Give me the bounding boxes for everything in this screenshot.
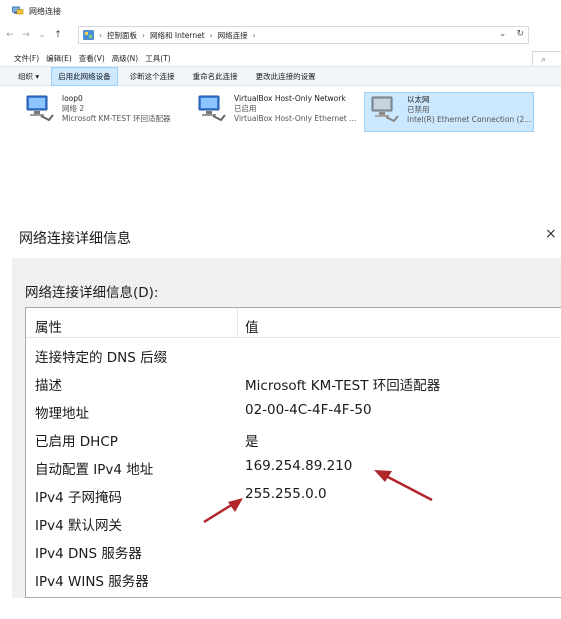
address-bar[interactable]: › 控制面板 › 网络和 Internet › 网络连接 › ⌄ ↻ [78, 26, 529, 44]
adapter-device: VirtualBox Host-Only Ethernet ... [234, 114, 357, 123]
adapter-name: VirtualBox Host-Only Network [234, 94, 346, 103]
diagnose-connection-button[interactable]: 诊断这个连接 [124, 68, 181, 85]
adapter-name: 以太网 [407, 95, 430, 104]
row-property: IPv4 子网掩码 [35, 490, 122, 506]
adapter-item-loop0[interactable]: loop0 网络 2 Microsoft KM-TEST 环回适配器 [20, 92, 190, 132]
adapter-text: loop0 网络 2 Microsoft KM-TEST 环回适配器 [62, 94, 170, 124]
details-listview[interactable]: 属性 值 连接特定的 DNS 后缀 描述 Microsoft KM-TEST 环… [25, 307, 561, 598]
control-panel-icon [83, 30, 94, 40]
breadcrumb-network-internet[interactable]: 网络和 Internet [150, 30, 205, 41]
list-header: 属性 值 [26, 308, 561, 338]
table-row[interactable]: 已启用 DHCP 是 [26, 424, 561, 452]
address-row: ← → ⌄ ↑ › 控制面板 › 网络和 Internet › 网络连接 › ⌄… [0, 25, 561, 69]
rename-connection-button[interactable]: 重命名此连接 [187, 68, 244, 85]
address-actions: ⌄ ↻ [499, 29, 524, 39]
window-title: 网络连接 [29, 6, 61, 16]
recent-locations-button[interactable]: ⌄ [36, 30, 48, 40]
row-property: 连接特定的 DNS 后缀 [35, 350, 168, 366]
table-row[interactable]: 连接特定的 DNS 后缀 [26, 340, 561, 368]
row-property: 自动配置 IPv4 地址 [35, 462, 154, 478]
table-row[interactable]: 自动配置 IPv4 地址 169.254.89.210 [26, 452, 561, 480]
change-settings-button[interactable]: 更改此连接的设置 [250, 68, 322, 85]
row-property: IPv4 DNS 服务器 [35, 546, 142, 562]
table-row[interactable]: IPv4 默认网关 [26, 508, 561, 536]
network-adapter-icon [198, 95, 226, 122]
adapter-text: 以太网 已禁用 Intel(R) Ethernet Connection (2.… [407, 95, 531, 125]
row-value: 02-00-4C-4F-4F-50 [245, 402, 372, 418]
menu-view[interactable]: 查看(V) [79, 53, 105, 64]
details-label: 网络连接详细信息(D): [25, 285, 159, 301]
adapter-item-ethernet[interactable]: 以太网 已禁用 Intel(R) Ethernet Connection (2.… [364, 92, 534, 132]
organize-button[interactable]: 组织 ▾ [12, 68, 45, 85]
menu-file[interactable]: 文件(F) [14, 53, 39, 64]
adapter-list: loop0 网络 2 Microsoft KM-TEST 环回适配器 Virtu… [0, 92, 561, 134]
table-row[interactable]: IPv4 DNS 服务器 [26, 536, 561, 564]
table-row[interactable]: IPv4 子网掩码 255.255.0.0 [26, 480, 561, 508]
menu-advanced[interactable]: 高级(N) [112, 53, 138, 64]
network-connection-details-dialog: 网络连接详细信息 × 网络连接详细信息(D): 属性 值 连接特定的 DNS 后… [0, 212, 561, 619]
row-property: 已启用 DHCP [35, 434, 118, 450]
breadcrumb-separator: › [142, 30, 145, 40]
row-property: IPv4 WINS 服务器 [35, 574, 149, 590]
table-row[interactable]: 物理地址 02-00-4C-4F-4F-50 [26, 396, 561, 424]
refresh-button[interactable]: ↻ [516, 29, 524, 39]
adapter-status: 网络 2 [62, 104, 85, 113]
row-property: IPv4 默认网关 [35, 518, 122, 534]
network-adapter-disabled-icon [371, 96, 399, 123]
forward-button[interactable]: → [20, 30, 32, 40]
adapter-item-virtualbox[interactable]: VirtualBox Host-Only Network 已启用 Virtual… [192, 92, 362, 132]
row-value: 255.255.0.0 [245, 486, 327, 502]
adapter-device: Microsoft KM-TEST 环回适配器 [62, 114, 171, 123]
row-value: Microsoft KM-TEST 环回适配器 [245, 378, 441, 394]
adapter-status: 已禁用 [407, 105, 430, 114]
command-bar: 组织 ▾ 启用此网络设备 诊断这个连接 重命名此连接 更改此连接的设置 [0, 66, 561, 86]
menu-tools[interactable]: 工具(T) [145, 53, 170, 64]
column-divider[interactable] [237, 308, 238, 338]
breadcrumb-separator: › [99, 30, 102, 40]
network-adapter-icon [26, 95, 54, 122]
adapter-name: loop0 [62, 94, 83, 103]
breadcrumb-separator: › [252, 30, 256, 40]
column-header-value[interactable]: 值 [245, 316, 259, 336]
address-dropdown-button[interactable]: ⌄ [499, 29, 507, 39]
table-row[interactable]: IPv4 WINS 服务器 [26, 564, 561, 592]
enable-device-button[interactable]: 启用此网络设备 [51, 66, 118, 86]
menu-edit[interactable]: 编辑(E) [46, 53, 72, 64]
adapter-device: Intel(R) Ethernet Connection (2... [407, 115, 532, 124]
table-row[interactable]: 描述 Microsoft KM-TEST 环回适配器 [26, 368, 561, 396]
back-button[interactable]: ← [4, 30, 16, 40]
breadcrumb-network-connections[interactable]: 网络连接 [218, 30, 248, 41]
close-icon[interactable]: × [545, 226, 557, 242]
column-header-property[interactable]: 属性 [35, 316, 62, 336]
adapter-status: 已启用 [234, 104, 257, 113]
breadcrumb-separator: › [209, 30, 213, 40]
row-value: 169.254.89.210 [245, 458, 353, 474]
adapter-text: VirtualBox Host-Only Network 已启用 Virtual… [234, 94, 356, 124]
breadcrumb-control-panel[interactable]: 控制面板 [107, 30, 137, 41]
row-property: 描述 [35, 378, 62, 394]
up-button[interactable]: ↑ [52, 30, 64, 40]
row-value: 是 [245, 434, 259, 450]
network-folder-icon [12, 6, 24, 15]
dialog-title: 网络连接详细信息 [19, 231, 131, 247]
dialog-body: 网络连接详细信息(D): 属性 值 连接特定的 DNS 后缀 描述 Micros… [12, 258, 561, 598]
network-connections-window: 网络连接 ← → ⌄ ↑ › 控制面板 › 网络和 Internet › 网络连… [0, 0, 561, 140]
window-titlebar: 网络连接 [0, 0, 561, 22]
menu-bar: 文件(F) 编辑(E) 查看(V) 高级(N) 工具(T) [0, 51, 561, 65]
row-property: 物理地址 [35, 406, 89, 422]
